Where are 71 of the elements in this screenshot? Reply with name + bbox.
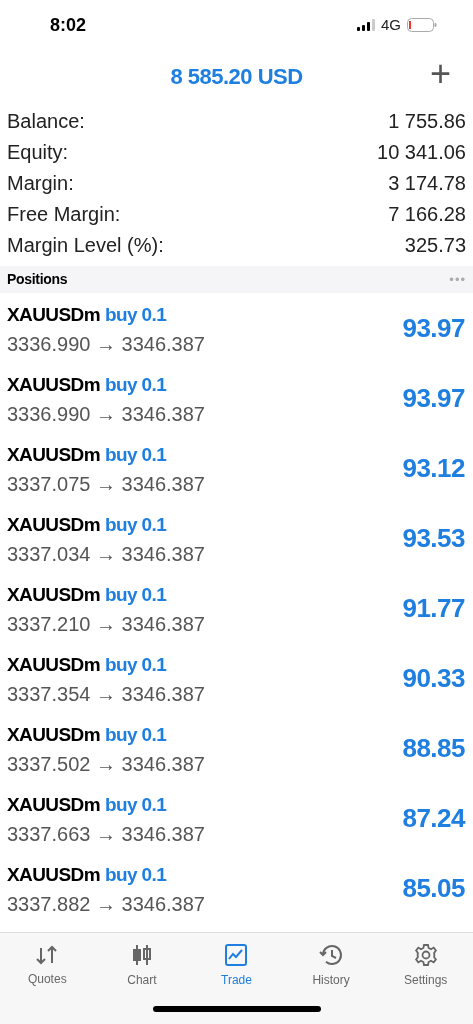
price-range: 3336.990 → 3346.387 [7,332,205,357]
profit-value: 93.97 [402,311,466,345]
profit-value: 93.12 [402,451,466,485]
summary-label: Margin: [7,170,74,196]
battery-icon [407,18,437,32]
symbol-name: XAUUSDm [7,793,100,817]
settings-icon [413,943,438,967]
price-range: 3337.210 → 3346.387 [7,612,205,637]
profit-value: 91.77 [402,591,466,625]
symbol-name: XAUUSDm [7,653,100,677]
summary-value: 1 755.86 [388,108,466,134]
order-type: buy 0.1 [104,443,167,467]
summary-label: Margin Level (%): [7,232,164,258]
profit-value: 87.24 [402,801,466,835]
symbol-name: XAUUSDm [7,303,100,327]
order-type: buy 0.1 [104,653,167,677]
symbol-name: XAUUSDm [7,583,100,607]
profit-value: 93.53 [402,521,466,555]
summary-value: 3 174.78 [388,170,466,196]
tab[interactable]: Quotes [0,933,95,993]
position-row[interactable]: XAUUSDm buy 0.1 3337.502 → 3346.387 88.85 [0,713,473,783]
summary-value: 10 341.06 [377,139,466,165]
section-title: Positions [7,270,68,289]
candlestick-icon [130,943,153,967]
price-range: 3337.502 → 3346.387 [7,752,205,777]
price-range: 3337.034 → 3346.387 [7,542,205,567]
summary-value: 7 166.28 [388,201,466,227]
position-row[interactable]: XAUUSDm buy 0.1 3337.663 → 3346.387 87.24 [0,783,473,853]
price-range: 3337.663 → 3346.387 [7,822,205,847]
tab[interactable]: Chart [94,933,190,993]
symbol-name: XAUUSDm [7,513,100,537]
symbol-name: XAUUSDm [7,443,100,467]
order-type: buy 0.1 [104,863,167,887]
network-label: 4G [381,14,401,35]
tab[interactable]: Settings [378,933,473,993]
profit-value: 85.05 [402,871,466,905]
position-row[interactable]: XAUUSDm buy 0.1 3337.882 → 3346.387 85.05 [0,853,473,923]
profit-value: 93.97 [402,381,466,415]
symbol-name: XAUUSDm [7,863,100,887]
clock-time: 8:02 [50,13,87,37]
line-chart-icon [224,943,249,967]
order-type: buy 0.1 [104,723,167,747]
position-row[interactable]: XAUUSDm buy 0.1 3336.990 → 3346.387 93.97 [0,363,473,433]
tab[interactable]: Trade [189,933,284,993]
order-type: buy 0.1 [104,513,167,537]
order-type: buy 0.1 [104,793,167,817]
position-row[interactable]: XAUUSDm buy 0.1 3337.034 → 3346.387 93.53 [0,503,473,573]
tab[interactable]: History [283,933,379,993]
symbol-name: XAUUSDm [7,723,100,747]
summary-value: 325.73 [404,232,466,258]
history-icon [318,943,345,967]
account-total: 8 585.20 USD [170,62,303,91]
order-type: buy 0.1 [104,373,167,397]
position-row[interactable]: XAUUSDm buy 0.1 3337.354 → 3346.387 90.33 [0,643,473,713]
price-range: 3337.882 → 3346.387 [7,892,205,917]
position-row[interactable]: XAUUSDm buy 0.1 3337.075 → 3346.387 93.12 [0,433,473,503]
symbol-name: XAUUSDm [7,373,100,397]
summary-label: Free Margin: [7,201,121,227]
price-range: 3337.075 → 3346.387 [7,472,205,497]
summary-label: Balance: [7,108,85,134]
profit-value: 88.85 [402,731,466,765]
order-type: buy 0.1 [104,583,167,607]
order-type: buy 0.1 [104,303,167,327]
profit-value: 90.33 [402,661,466,695]
position-row[interactable]: XAUUSDm buy 0.1 3337.210 → 3346.387 91.77 [0,573,473,643]
price-range: 3336.990 → 3346.387 [7,402,205,427]
signal-icon [357,19,375,31]
summary-label: Equity: [7,139,69,165]
position-row[interactable]: XAUUSDm buy 0.1 3336.990 → 3346.387 93.97 [0,293,473,363]
add-button[interactable]: + [429,54,451,94]
price-range: 3337.354 → 3346.387 [7,682,205,707]
